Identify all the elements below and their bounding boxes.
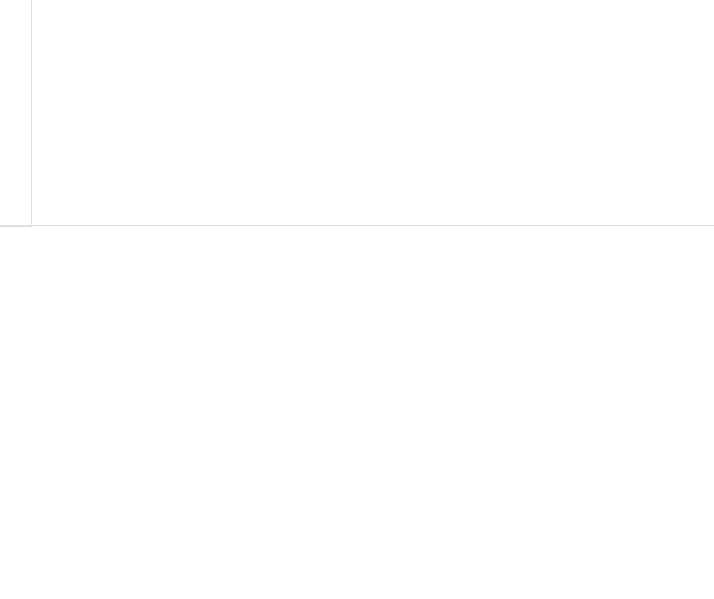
select-all-corner[interactable] <box>0 226 32 227</box>
formula-input[interactable] <box>32 0 714 225</box>
fx-icon[interactable] <box>0 0 32 225</box>
formula-bar-area <box>0 0 714 226</box>
spreadsheet-grid[interactable] <box>0 226 714 227</box>
